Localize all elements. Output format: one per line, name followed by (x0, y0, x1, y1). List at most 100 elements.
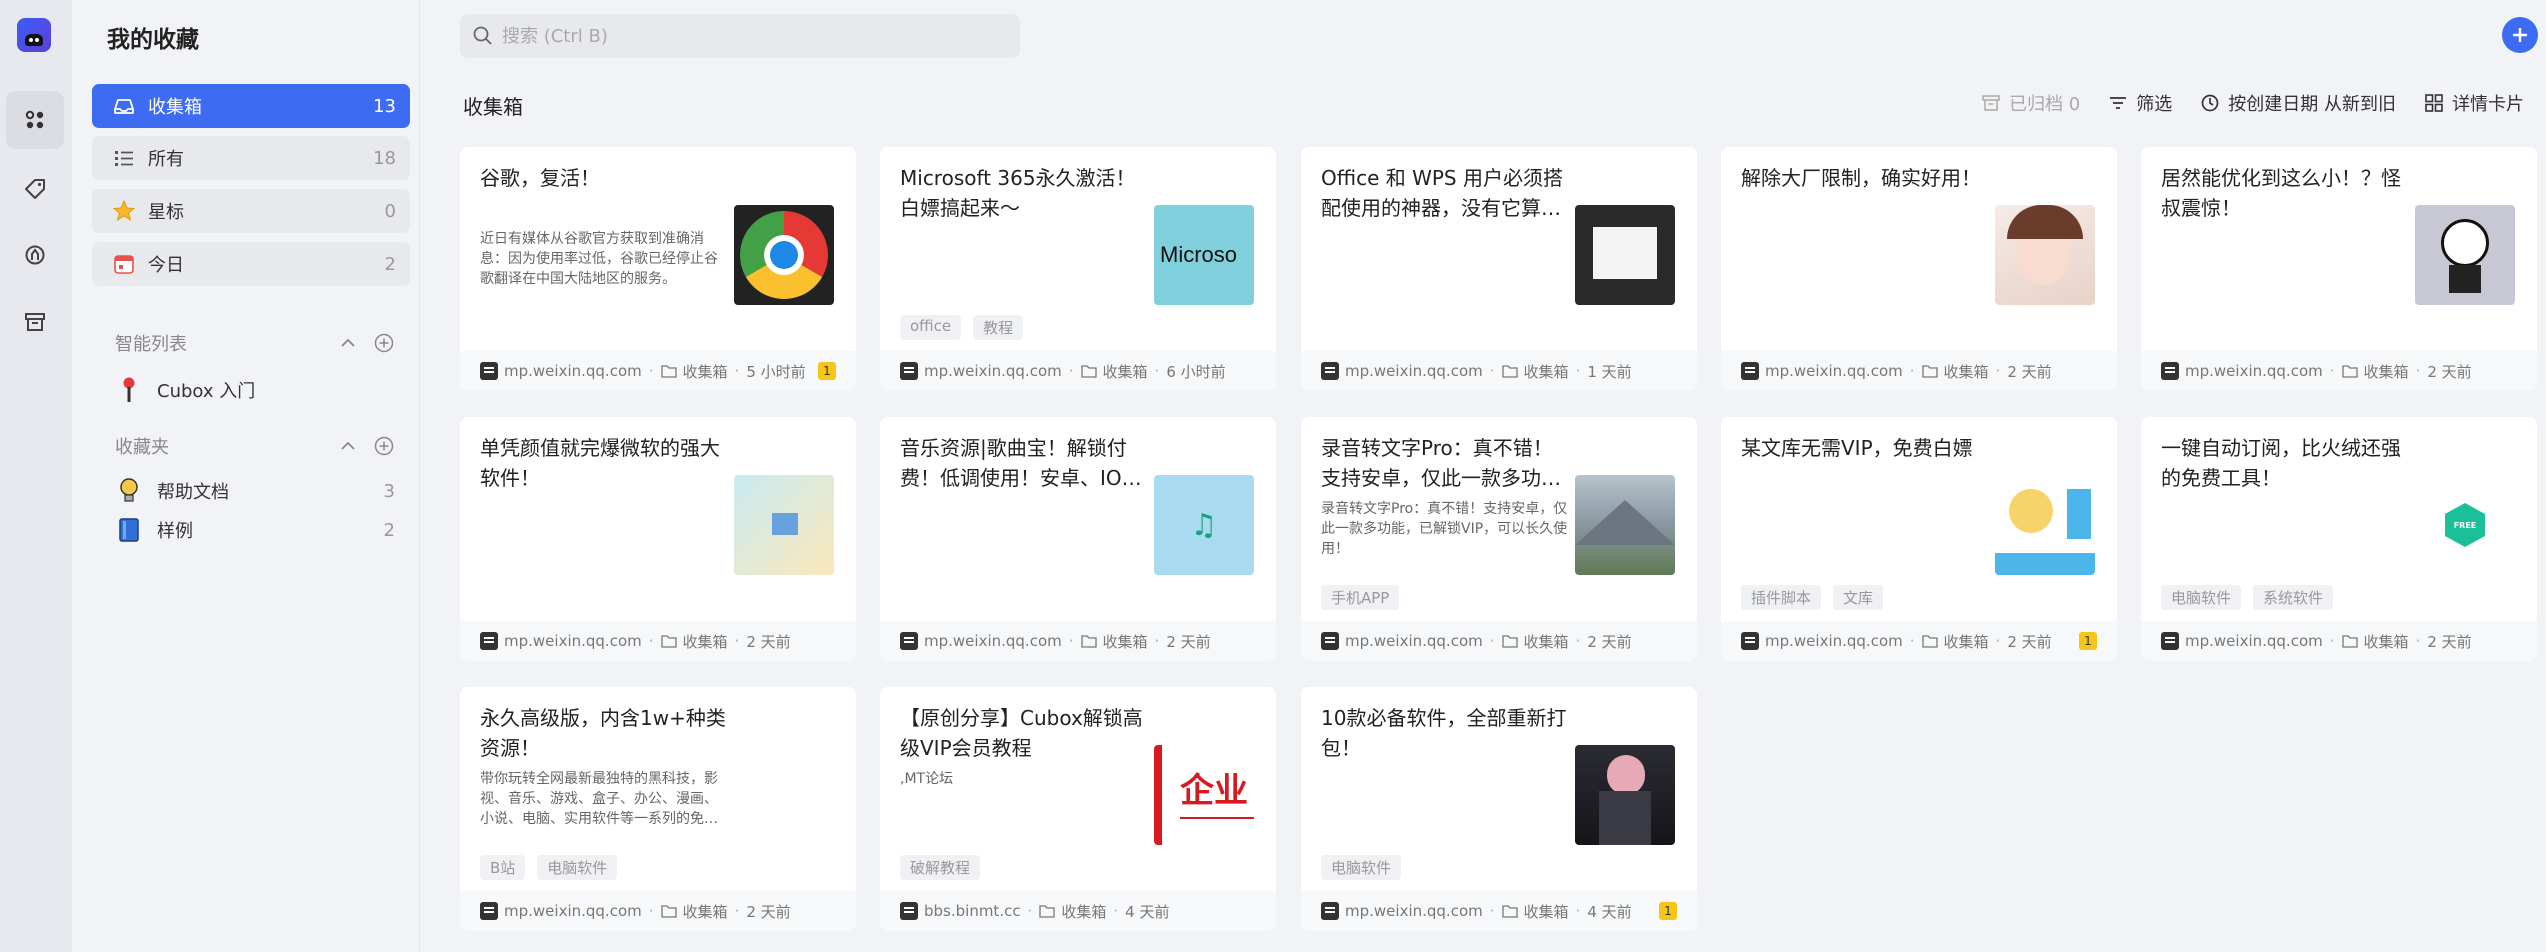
site-favicon-icon (1741, 632, 1759, 650)
separator-dot: · (2329, 632, 2335, 650)
folder-count: 3 (383, 480, 395, 502)
archive-icon (1982, 95, 2000, 111)
card-tag[interactable]: office (900, 315, 962, 340)
section-title: 收集箱 (463, 95, 523, 119)
card-time: 4 天前 (1125, 902, 1170, 921)
card-folder: 收集箱 (1061, 902, 1107, 921)
filter-label: 筛选 (2136, 94, 2173, 115)
folders-title: 收藏夹 (115, 437, 169, 458)
card-site: mp.weixin.qq.com (924, 632, 1062, 650)
card-tags: 电脑软件 (1321, 855, 1413, 880)
smart-lists-header: 智能列表 (115, 329, 395, 357)
sidebar-item-today[interactable]: 今日 2 (92, 242, 410, 286)
card-tag[interactable]: B站 (480, 855, 526, 880)
add-button[interactable] (2502, 17, 2538, 53)
separator-dot: · (734, 632, 740, 650)
card-site: mp.weixin.qq.com (1765, 632, 1903, 650)
bookmark-card[interactable]: 单凭颜值就完爆微软的强大软件！ mp.weixin.qq.com · 收集箱 · 2 天前 (460, 417, 856, 661)
smart-list-item-cubox-intro[interactable]: Cubox 入门 (115, 374, 395, 406)
bookmark-card[interactable]: 【原创分享】Cubox解锁高级VIP会员教程 ,MT论坛 企业 破解教程 bbs.bin… (880, 687, 1276, 931)
sidebar-item-label: 星标 (148, 202, 184, 223)
card-footer: mp.weixin.qq.com · 收集箱 · 2 天前 (2141, 351, 2537, 391)
card-tag[interactable]: 插件脚本 (1741, 585, 1822, 610)
card-title: 永久高级版，内含1w+种类资源！ (480, 706, 726, 760)
folder-item-help-docs[interactable]: 帮助文档 3 (115, 475, 395, 507)
sidebar-item-all[interactable]: 所有 18 (92, 136, 410, 180)
view-mode-button[interactable]: 详情卡片 (2424, 90, 2524, 116)
card-footer: mp.weixin.qq.com · 收集箱 · 2 天前 1 (1721, 621, 2117, 661)
folder-icon (2341, 365, 2358, 378)
sidebar-item-inbox[interactable]: 收集箱 13 (92, 84, 410, 128)
folders-header: 收藏夹 (115, 432, 395, 460)
collections-nav-button[interactable] (6, 91, 64, 149)
card-title: 居然能优化到这么小！？怪叔震惊！ (2161, 166, 2401, 220)
card-thumbnail: 企业 (1154, 745, 1254, 845)
card-thumbnail: ♫ (1154, 475, 1254, 575)
chevron-up-icon[interactable] (337, 435, 359, 457)
card-tags: 手机APP (1321, 585, 1411, 610)
filter-button[interactable]: 筛选 (2108, 90, 2172, 116)
bookmark-card[interactable]: 某文库无需VIP，免费白嫖 插件脚本 文库 mp.weixin.qq.com · 收集箱 ·… (1721, 417, 2117, 661)
chevron-up-icon[interactable] (337, 332, 359, 354)
bookmark-card[interactable]: 谷歌，复活！ 近日有媒体从谷歌官方获取到准确消息：因为使用率过低，谷歌已经停止谷歌… (460, 147, 856, 391)
app-rail (0, 0, 72, 952)
bookmark-card[interactable]: 居然能优化到这么小！？怪叔震惊！ mp.weixin.qq.com · 收集箱 · 2 天… (2141, 147, 2537, 391)
page-title: 我的收藏 (107, 27, 199, 53)
tags-nav-button[interactable] (6, 160, 64, 218)
card-tag[interactable]: 破解教程 (900, 855, 981, 880)
bookmark-card[interactable]: 录音转文字Pro：真不错！支持安卓，仅此一款多功… 录音转文字Pro：真不错！支持… (1301, 417, 1697, 661)
bookmark-card[interactable]: 音乐资源|歌曲宝！解锁付费！低调使用！安卓、IO… ♫ mp.weixin.qq.c… (880, 417, 1276, 661)
card-tag[interactable]: 电脑软件 (537, 855, 618, 880)
card-tag[interactable]: 系统软件 (2253, 585, 2334, 610)
add-circle-icon[interactable] (373, 435, 395, 457)
bookmark-card[interactable]: 解除大厂限制，确实好用！ mp.weixin.qq.com · 收集箱 · 2 天前 (1721, 147, 2117, 391)
folder-icon (1080, 635, 1097, 648)
archived-button[interactable]: 已归档 0 (1981, 90, 2080, 116)
app-logo[interactable] (17, 18, 51, 52)
card-tag[interactable]: 电脑软件 (1321, 855, 1402, 880)
card-site: mp.weixin.qq.com (504, 632, 642, 650)
highlights-nav-button[interactable] (6, 226, 64, 284)
card-footer: mp.weixin.qq.com · 收集箱 · 2 天前 (2141, 621, 2537, 661)
add-circle-icon[interactable] (373, 332, 395, 354)
separator-dot: · (1575, 362, 1581, 380)
card-time: 2 天前 (746, 902, 791, 921)
card-tag[interactable]: 教程 (973, 315, 1024, 340)
card-thumbnail (2415, 205, 2515, 305)
site-favicon-icon (480, 362, 498, 380)
search-box[interactable] (460, 14, 1020, 58)
card-tag[interactable]: 文库 (1833, 585, 1884, 610)
site-favicon-icon (480, 902, 498, 920)
card-tag[interactable]: 手机APP (1321, 585, 1400, 610)
card-time: 2 天前 (2427, 632, 2472, 651)
card-time: 2 天前 (2007, 362, 2052, 381)
bookmark-card[interactable]: 10款必备软件，全部重新打包！ 电脑软件 mp.weixin.qq.com · 收集箱 ·… (1301, 687, 1697, 931)
bookmark-card[interactable]: 一键自动订阅，比火绒还强的免费工具！ FREE 电脑软件 系统软件 mp.weixin.… (2141, 417, 2537, 661)
card-thumbnail (1575, 475, 1675, 575)
bookmark-card[interactable]: 永久高级版，内含1w+种类资源！ 带你玩转全网最新最独特的黑科技，影视、音乐、游戏… (460, 687, 856, 931)
folder-icon (2341, 635, 2358, 648)
archive-nav-button[interactable] (6, 293, 64, 351)
bookmark-card[interactable]: Office 和 WPS 用户必须搭配使用的神器，没有它算… mp.weixin.… (1301, 147, 1697, 391)
sidebar-item-label: 所有 (148, 149, 184, 170)
separator-dot: · (1995, 632, 2001, 650)
sidebar-item-count: 18 (373, 147, 396, 169)
folder-item-samples[interactable]: 样例 2 (115, 514, 395, 546)
site-favicon-icon (1321, 902, 1339, 920)
site-favicon-icon (900, 362, 918, 380)
card-site: mp.weixin.qq.com (1765, 362, 1903, 380)
search-input[interactable] (502, 25, 982, 47)
search-icon (473, 26, 492, 45)
card-folder: 收集箱 (1943, 362, 1989, 381)
card-tag[interactable]: 电脑软件 (2161, 585, 2242, 610)
separator-dot: · (648, 632, 654, 650)
sort-button[interactable]: 按创建日期 从新到旧 (2200, 90, 2396, 116)
bookmark-card[interactable]: Microsoft 365永久激活！白嫖搞起来～ Microso office 教程 m… (880, 147, 1276, 391)
sidebar-item-starred[interactable]: 星标 0 (92, 189, 410, 233)
marker-icon (25, 245, 45, 265)
view-mode-label: 详情卡片 (2452, 94, 2524, 115)
tag-icon (25, 179, 45, 199)
card-title: 单凭颜值就完爆微软的强大软件！ (480, 436, 720, 490)
card-time: 4 天前 (1587, 902, 1632, 921)
separator-dot: · (1575, 902, 1581, 920)
